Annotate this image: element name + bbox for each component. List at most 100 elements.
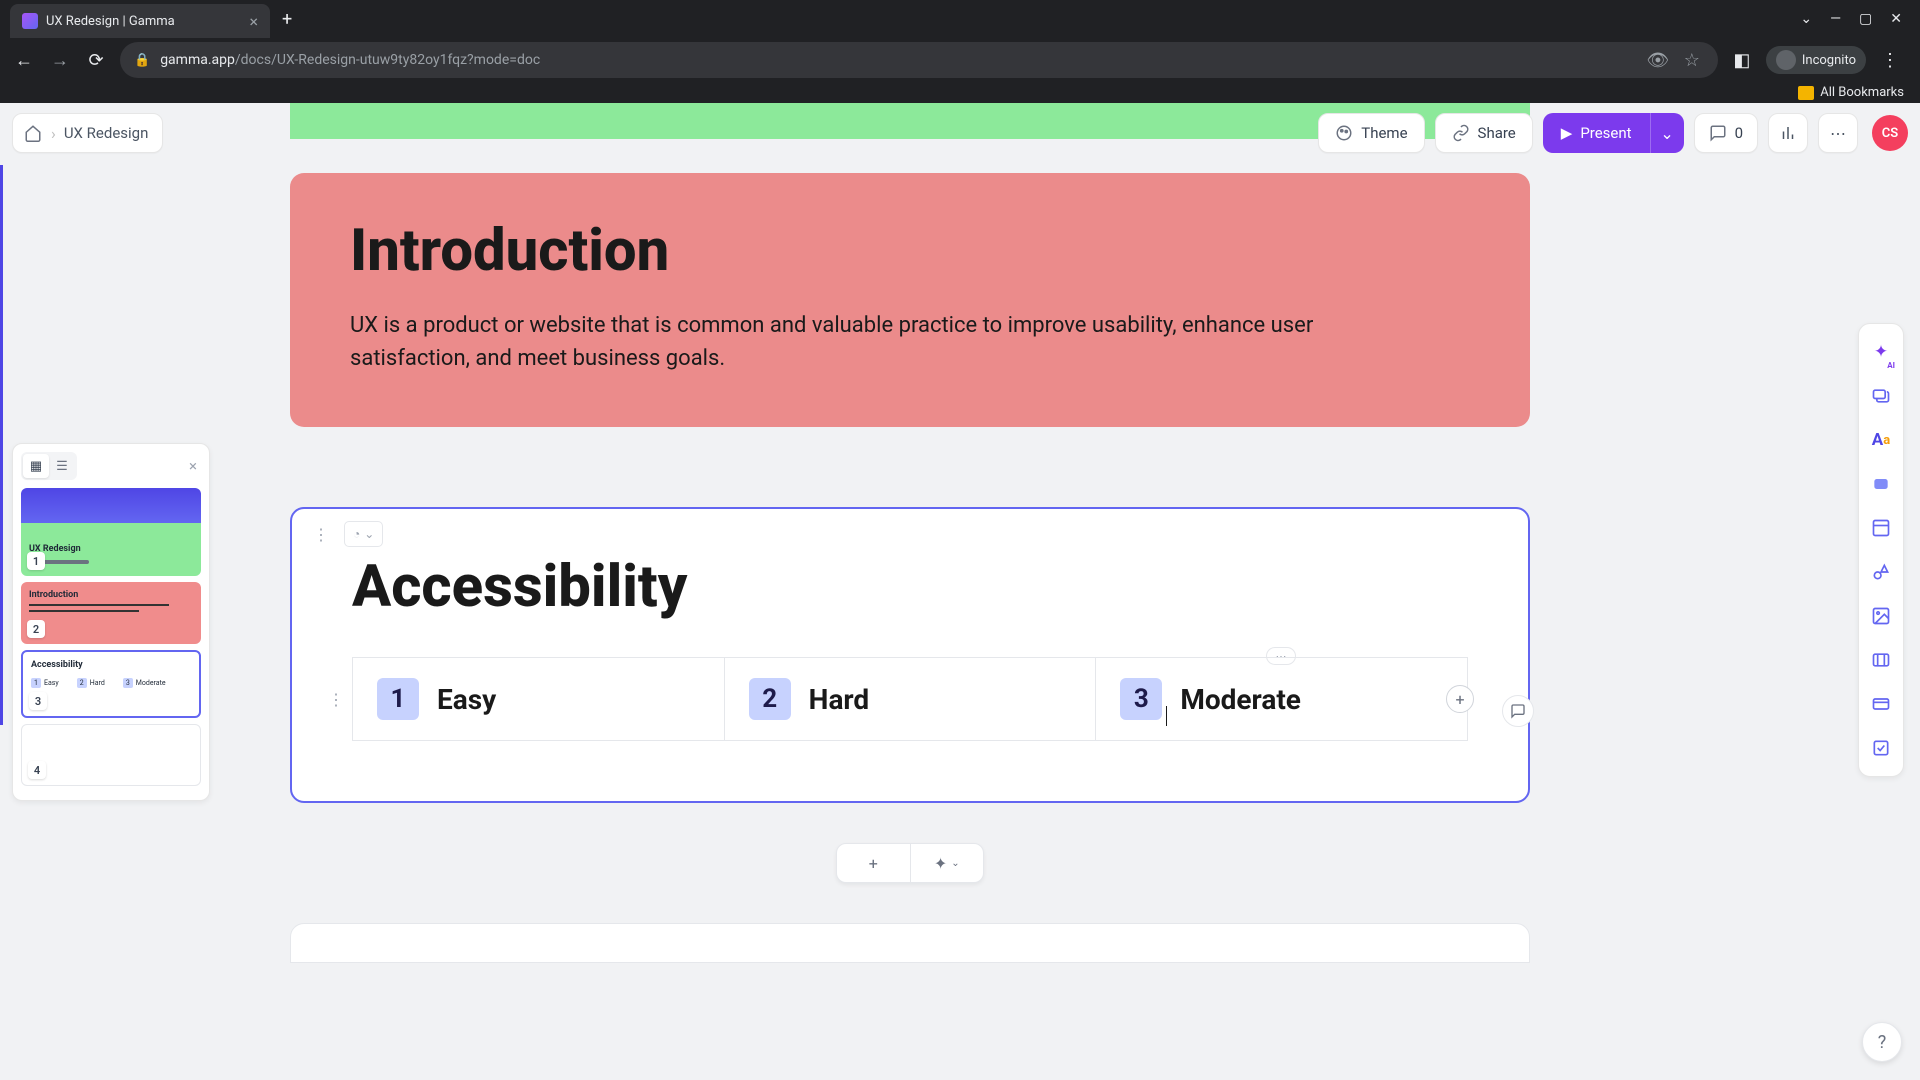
bookmarks-bar: All Bookmarks	[0, 82, 1920, 103]
cards-icon	[1871, 386, 1891, 406]
visual-templates-button[interactable]	[1863, 552, 1899, 592]
forward-icon[interactable]: →	[48, 50, 72, 71]
add-ai-card-button[interactable]: ✦ ⌄	[910, 844, 984, 882]
callout-icon	[1871, 474, 1891, 494]
close-tab-icon[interactable]: ×	[249, 12, 258, 31]
list-item[interactable]: 2 Hard	[725, 657, 1097, 741]
breadcrumb-title: UX Redesign	[64, 124, 149, 142]
thumbnail-4[interactable]: 4	[21, 724, 201, 786]
help-button[interactable]: ?	[1862, 1022, 1902, 1062]
drag-handle-icon[interactable]: ⋮	[308, 521, 334, 547]
video-button[interactable]	[1863, 640, 1899, 680]
sparkle-icon: ✦	[1874, 342, 1888, 362]
thumb-badge: 1	[27, 552, 45, 570]
add-blank-card-button[interactable]: +	[837, 844, 910, 882]
card-introduction[interactable]: Introduction UX is a product or website …	[290, 173, 1530, 427]
close-panel-icon[interactable]: ×	[185, 453, 201, 479]
add-comment-button[interactable]	[1502, 695, 1534, 727]
card-body[interactable]: UX is a product or website that is commo…	[350, 309, 1380, 375]
new-tab-button[interactable]: +	[282, 9, 292, 30]
present-group: ▶ Present ⌄	[1543, 113, 1684, 153]
breadcrumb[interactable]: › UX Redesign	[12, 113, 163, 153]
play-icon: ▶	[1561, 124, 1573, 142]
reload-icon[interactable]: ⟳	[84, 50, 108, 71]
numbered-list: ⋮ ⋯ 1 Easy 2 Hard 3 Moderate +	[352, 657, 1468, 741]
list-item[interactable]: 3 Moderate	[1096, 657, 1468, 741]
text-cursor	[1166, 706, 1167, 726]
card-style-button[interactable]: ◔ ⌄	[344, 521, 383, 547]
incognito-badge[interactable]: Incognito	[1766, 46, 1866, 74]
card-title[interactable]: Accessibility	[352, 553, 1468, 621]
list-item-label[interactable]: Easy	[437, 683, 496, 716]
url-bar[interactable]: 🔒 gamma.app/docs/UX-Redesign-utuw9ty82oy…	[120, 42, 1718, 78]
embed-button[interactable]	[1863, 684, 1899, 724]
text-formatting-button[interactable]: Aa	[1863, 420, 1899, 460]
maximize-icon[interactable]: ▢	[1859, 11, 1872, 27]
minimize-icon[interactable]: —	[1830, 11, 1841, 27]
analytics-button[interactable]	[1768, 113, 1808, 153]
browser-tab[interactable]: UX Redesign | Gamma ×	[10, 4, 270, 38]
avatar[interactable]: CS	[1872, 115, 1908, 151]
canvas: Introduction UX is a product or website …	[290, 103, 1530, 1080]
add-card-bar: + ✦ ⌄	[836, 843, 984, 883]
filmstrip-panel: ▦ ☰ × UX Redesign 1 Introduction 2 Acces…	[12, 443, 210, 801]
more-menu-button[interactable]: ⋯	[1818, 113, 1858, 153]
thumbnail-1[interactable]: UX Redesign 1	[21, 488, 201, 576]
question-icon: ?	[1878, 1032, 1887, 1053]
browser-chrome: UX Redesign | Gamma × + ⌄ — ▢ ✕ ← → ⟳ 🔒 …	[0, 0, 1920, 103]
list-item-label[interactable]: Hard	[809, 683, 870, 716]
layout-icon	[1871, 518, 1891, 538]
comments-button[interactable]: 0	[1694, 113, 1758, 153]
list-view-button[interactable]: ☰	[49, 454, 75, 478]
grid-view-button[interactable]: ▦	[23, 454, 49, 478]
chevron-down-icon: ⌄	[364, 527, 374, 541]
close-window-icon[interactable]: ✕	[1890, 11, 1902, 27]
shapes-icon	[1871, 562, 1891, 582]
url-text: gamma.app/docs/UX-Redesign-utuw9ty82oy1f…	[160, 52, 1636, 68]
palette-icon	[1335, 124, 1353, 142]
incognito-icon	[1776, 50, 1796, 70]
view-toggle: ▦ ☰	[21, 452, 77, 480]
home-icon[interactable]	[23, 123, 43, 143]
nav-bar: ← → ⟳ 🔒 gamma.app/docs/UX-Redesign-utuw9…	[0, 38, 1920, 82]
share-button[interactable]: Share	[1435, 113, 1533, 153]
list-item-label[interactable]: Moderate	[1180, 683, 1301, 716]
row-drag-handle-icon[interactable]: ⋮	[326, 685, 346, 713]
image-button[interactable]	[1863, 596, 1899, 636]
add-column-button[interactable]: +	[1446, 685, 1474, 713]
present-dropdown[interactable]: ⌄	[1650, 113, 1684, 153]
card-accessibility[interactable]: ⋮ ◔ ⌄ Accessibility ⋮ ⋯ 1 Easy 2 Hard	[290, 507, 1530, 803]
lock-icon: 🔒	[134, 53, 150, 68]
thumbnail-3[interactable]: Accessibility 1Easy 2Hard 3Moderate 3	[21, 650, 201, 718]
incognito-eye-icon[interactable]: 👁	[1646, 50, 1670, 71]
number-badge: 3	[1120, 678, 1162, 720]
video-icon	[1871, 650, 1891, 670]
browser-menu-icon[interactable]: ⋮	[1878, 50, 1902, 71]
browser-right-controls: ◧ Incognito ⋮	[1730, 46, 1908, 74]
theme-button[interactable]: Theme	[1318, 113, 1424, 153]
card-empty[interactable]	[290, 923, 1530, 963]
form-button[interactable]	[1863, 728, 1899, 768]
tab-dropdown-icon[interactable]: ⌄	[1800, 11, 1812, 27]
thumbnail-2[interactable]: Introduction 2	[21, 582, 201, 644]
present-button[interactable]: ▶ Present	[1543, 113, 1650, 153]
panel-icon[interactable]: ◧	[1730, 50, 1754, 71]
chevron-right-icon: ›	[51, 124, 56, 143]
top-actions: Theme Share ▶ Present ⌄	[1318, 113, 1908, 153]
star-icon[interactable]: ☆	[1680, 50, 1704, 71]
back-icon[interactable]: ←	[12, 50, 36, 71]
card-title[interactable]: Introduction	[350, 217, 1470, 285]
callout-button[interactable]	[1863, 464, 1899, 504]
palette-small-icon: ◔	[353, 527, 360, 541]
link-icon	[1452, 124, 1470, 142]
card-templates-button[interactable]	[1863, 376, 1899, 416]
top-bar: › UX Redesign Theme Share ▶ Present	[0, 103, 1920, 163]
ai-assist-button[interactable]: ✦ AI	[1863, 332, 1899, 372]
chevron-down-icon: ⌄	[1660, 124, 1673, 143]
layout-button[interactable]	[1863, 508, 1899, 548]
insert-rail: ✦ AI Aa	[1858, 323, 1904, 777]
image-icon	[1871, 606, 1891, 626]
all-bookmarks-button[interactable]: All Bookmarks	[1798, 85, 1904, 100]
card-toolbar: ⋮ ◔ ⌄	[308, 521, 383, 547]
list-item[interactable]: 1 Easy	[352, 657, 725, 741]
